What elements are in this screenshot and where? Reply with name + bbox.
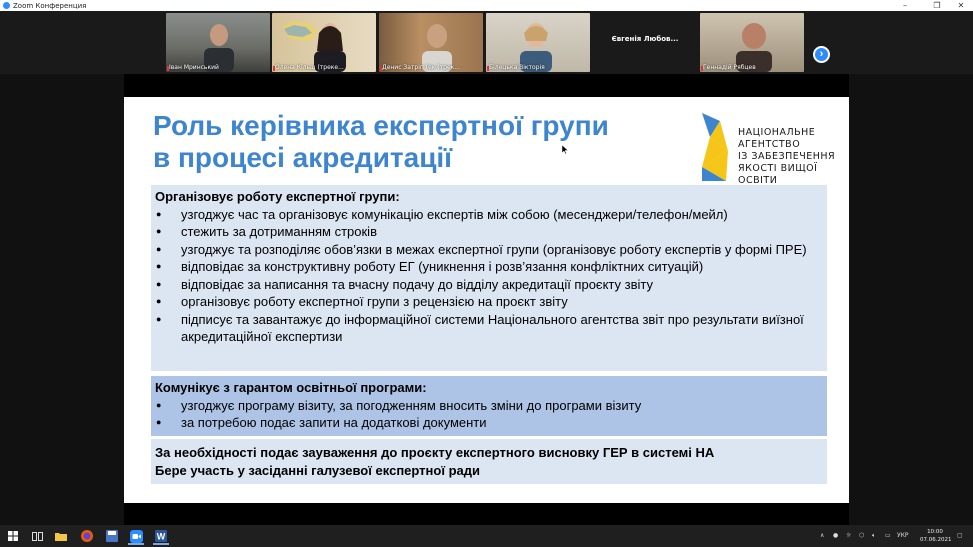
folder-icon (55, 533, 67, 541)
additional-duties-box: За необхідності подає зауваження до проє… (151, 439, 827, 484)
svg-text:W: W (157, 532, 166, 542)
minimize-button[interactable]: – (893, 0, 917, 11)
bullet-item: організовує роботу експертної групи з ре… (155, 293, 827, 311)
taskbar-zoom[interactable] (125, 527, 147, 545)
responsibilities-box: Організовує роботу експертної групи: узг… (151, 185, 827, 371)
close-button[interactable]: ✕ (949, 0, 973, 11)
tray-app-icon[interactable]: ⬡ (859, 525, 864, 547)
bullet-item: узгоджує програму візиту, за погодженням… (155, 397, 827, 415)
video-strip: Іван Мринський Олена Кільш (треке... Ден… (0, 11, 973, 74)
section-header: Комунікує з гарантом освітньої програми: (155, 380, 427, 395)
window-titlebar: Zoom Конференция – ❐ ✕ (0, 0, 973, 11)
windows-taskbar: W ∧ ● ☼ ⬡ 🔈︎ ▭ УКР 10:00 07.06.2021 ▢ (0, 525, 973, 547)
language-indicator[interactable]: УКР (897, 525, 909, 547)
participant-tile[interactable]: Геннадій Рябцев (700, 13, 804, 72)
participant-name: Олена Кільш (треке... (275, 64, 344, 71)
tray-chevron-up-icon[interactable]: ∧ (820, 525, 824, 547)
task-view-icon (31, 531, 43, 541)
bullet-item: узгоджує час та організовує комунікацію … (155, 206, 827, 224)
tray-app-icon[interactable]: ☼ (846, 525, 851, 547)
slide-title: Роль керівника експертної групи в процес… (153, 110, 609, 174)
taskbar-firefox[interactable] (76, 527, 98, 545)
participant-tile[interactable]: Денис Затріп (ек (трек... (379, 13, 483, 72)
slide-title-line: Роль керівника експертної групи (153, 110, 609, 141)
clock-date: 07.06.2021 (920, 537, 952, 543)
participant-name: Євгенія Любов... (611, 35, 679, 43)
windows-logo-icon (8, 531, 18, 541)
agency-name-line: агентство (738, 139, 801, 150)
bullet-item: відповідає за написання та вчасну подачу… (155, 276, 827, 294)
taskbar-file-explorer[interactable] (50, 527, 72, 545)
bullet-list: узгоджує програму візиту, за погодженням… (155, 397, 827, 432)
tray-app-icon[interactable]: ● (833, 525, 838, 547)
agency-name-line: із забезпечення (738, 151, 836, 162)
agency-logo-block: Національне агентство із забезпечення як… (700, 111, 840, 186)
participant-name: Іван Мринський (169, 64, 219, 71)
next-page-icon[interactable]: › (813, 46, 830, 63)
participant-tile[interactable]: Білецька Вікторія (486, 13, 590, 72)
zoom-icon (129, 529, 143, 543)
task-view-button[interactable] (26, 527, 48, 545)
slide-title-line: в процесі акредитації (153, 142, 453, 173)
participant-name: Геннадій Рябцев (703, 64, 756, 71)
word-icon: W (155, 530, 167, 542)
agency-name-line: Національне (738, 127, 816, 138)
bullet-item: за потребою подає запити на додаткові до… (155, 414, 827, 432)
participant-tile[interactable]: Олена Кільш (треке... (272, 13, 376, 72)
floppy-disk-icon (106, 530, 118, 542)
mouse-cursor-icon (562, 145, 568, 154)
bullet-item: підписує та завантажує до інформаційної … (155, 311, 827, 346)
firefox-icon (81, 530, 93, 542)
zoom-app-icon (3, 2, 10, 9)
duty-line: За необхідності подає зауваження до проє… (155, 445, 715, 460)
participant-tile[interactable]: Іван Мринський (166, 13, 270, 72)
clock-time: 10:00 (927, 529, 943, 535)
duty-line: Бере участь у засіданні галузевої експер… (155, 462, 481, 478)
presentation-slide: Роль керівника експертної групи в процес… (124, 97, 849, 503)
notifications-icon[interactable]: ▢ (957, 525, 963, 547)
bullet-item: стежить за дотриманням строків (155, 223, 827, 241)
agency-name-line: якості вищої освіти (738, 163, 818, 186)
bullet-item: відповідає за конструктивну роботу ЕГ (у… (155, 258, 827, 276)
bullet-list: узгоджує час та організовує комунікацію … (155, 206, 827, 346)
participant-name: Білецька Вікторія (489, 64, 545, 71)
participant-name: Денис Затріп (ек (трек... (382, 64, 460, 71)
agency-logo-icon (702, 113, 728, 181)
system-clock[interactable]: 10:00 07.06.2021 (920, 528, 952, 544)
maximize-button[interactable]: ❐ (925, 0, 949, 11)
taskbar-word[interactable]: W (150, 527, 172, 545)
section-header: Організовує роботу експертної групи: (155, 189, 400, 204)
taskbar-app[interactable] (101, 527, 123, 545)
network-icon[interactable]: ▭ (885, 525, 891, 547)
start-button[interactable] (2, 527, 24, 545)
volume-icon[interactable]: 🔈︎ (872, 525, 876, 547)
agency-name: Національне агентство із забезпечення як… (738, 127, 840, 187)
bullet-item: узгоджує та розподіляє обов’язки в межах… (155, 241, 827, 259)
participant-tile[interactable]: Євгенія Любов... (593, 13, 697, 72)
communication-box: Комунікує з гарантом освітньої програми:… (151, 376, 827, 436)
window-title: Zoom Конференция (13, 1, 87, 10)
